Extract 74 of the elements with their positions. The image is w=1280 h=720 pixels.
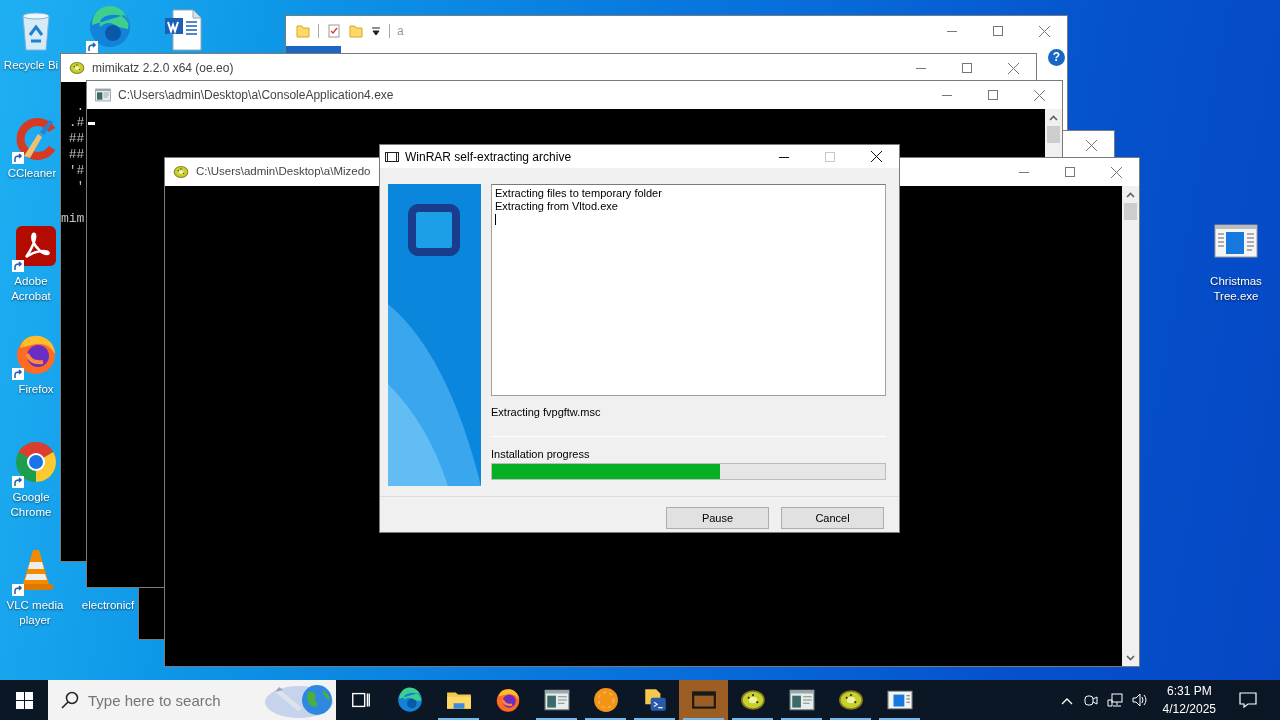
round-app-icon — [592, 687, 619, 713]
close-icon — [1007, 62, 1019, 74]
desktop-icon-label[interactable]: Firefox — [18, 382, 54, 397]
chevron-up-icon — [1126, 191, 1135, 198]
terminal-icon — [95, 87, 111, 103]
rocket-globe-drawing — [264, 682, 334, 718]
console-line: ## — [67, 147, 85, 163]
console-line: mim — [61, 211, 85, 227]
chevron-up-icon — [1049, 114, 1058, 121]
kiwi-icon — [69, 60, 85, 76]
maximize-icon — [1065, 167, 1075, 177]
desktop-icon-label[interactable]: CCleaner — [7, 166, 57, 181]
clock-time[interactable]: 6:31 PM — [1162, 682, 1216, 700]
folder-icon — [296, 24, 310, 38]
maximize-icon — [988, 90, 998, 100]
console-line: ## — [67, 131, 85, 147]
desktop-icon-label[interactable]: Adobe Acrobat — [2, 274, 60, 304]
start-icon — [15, 691, 33, 709]
dropdown-icon — [371, 24, 381, 38]
checklist-icon — [327, 24, 341, 38]
window-icon — [385, 150, 399, 163]
maximize-icon — [962, 63, 972, 73]
desktop-icon-label[interactable]: electronicf — [81, 598, 135, 613]
window-title: mimikatz 2.2.0 x64 (oe.eo) — [92, 60, 234, 77]
terminal-icon — [543, 687, 570, 713]
close-icon — [1110, 166, 1122, 178]
close-icon — [1033, 89, 1045, 101]
scrollbar-thumb[interactable] — [1124, 203, 1137, 220]
log-line: Extracting from Vltod.exe — [495, 200, 619, 213]
circle-logo-icon[interactable] — [14, 440, 58, 484]
chevron-down-icon — [1126, 654, 1135, 661]
brush-icon[interactable] — [14, 116, 58, 160]
window-title: C:\Users\admin\Desktop\a\Mizedo — [196, 164, 371, 180]
kiwi-icon — [837, 687, 864, 713]
window-title: a — [397, 23, 404, 40]
console-line: . — [75, 99, 85, 115]
fox-icon — [494, 687, 521, 713]
window-title: WinRAR self-extracting archive — [405, 148, 572, 166]
desktop-icon-label[interactable]: VLC media player — [6, 598, 64, 628]
window-icon[interactable] — [1214, 224, 1258, 258]
scrollbar-thumb[interactable] — [1047, 126, 1060, 143]
help-button[interactable]: ? — [1048, 49, 1065, 66]
browser-icon[interactable] — [88, 5, 132, 49]
network-icon — [1106, 692, 1123, 708]
terminal-icon — [788, 687, 815, 713]
kiwi-icon — [173, 164, 189, 180]
desktop-icon-label[interactable]: Google Chrome — [2, 490, 60, 520]
folder-icon — [349, 24, 363, 38]
pdf-icon[interactable] — [14, 224, 58, 268]
camera-icon — [1082, 692, 1099, 708]
progress-label: Installation progress — [491, 448, 591, 461]
log-line: Extracting files to temporary folder — [495, 187, 663, 200]
browser-icon — [396, 687, 423, 713]
dialog-button[interactable]: Pause — [666, 507, 769, 529]
close-icon — [870, 151, 882, 162]
window-title: C:\Users\admin\Desktop\a\ConsoleApplication4.exe — [118, 87, 394, 104]
desktop-icon-label[interactable]: Recycle Bi — [3, 58, 59, 73]
quick-access-button[interactable] — [371, 24, 381, 38]
search-icon — [61, 691, 79, 709]
taskbar-button[interactable] — [679, 680, 728, 720]
close-icon — [1085, 139, 1097, 151]
kiwi-icon — [739, 687, 766, 713]
maximize-icon — [825, 151, 835, 162]
console-line: '# — [67, 163, 85, 179]
volume-icon — [1130, 692, 1147, 708]
console-line: .# — [67, 115, 85, 131]
close-icon — [1038, 25, 1050, 37]
desktop-icon-label[interactable]: Christmas Tree.exe — [1198, 274, 1274, 304]
maximize-icon — [993, 26, 1003, 36]
clock-date[interactable]: 4/12/2025 — [1162, 700, 1216, 718]
dialog-button[interactable]: Cancel — [781, 507, 884, 529]
status-text: Extracting fvpgftw.msc — [491, 406, 602, 419]
console-line: ' — [75, 179, 85, 195]
notification-icon — [1239, 691, 1257, 709]
